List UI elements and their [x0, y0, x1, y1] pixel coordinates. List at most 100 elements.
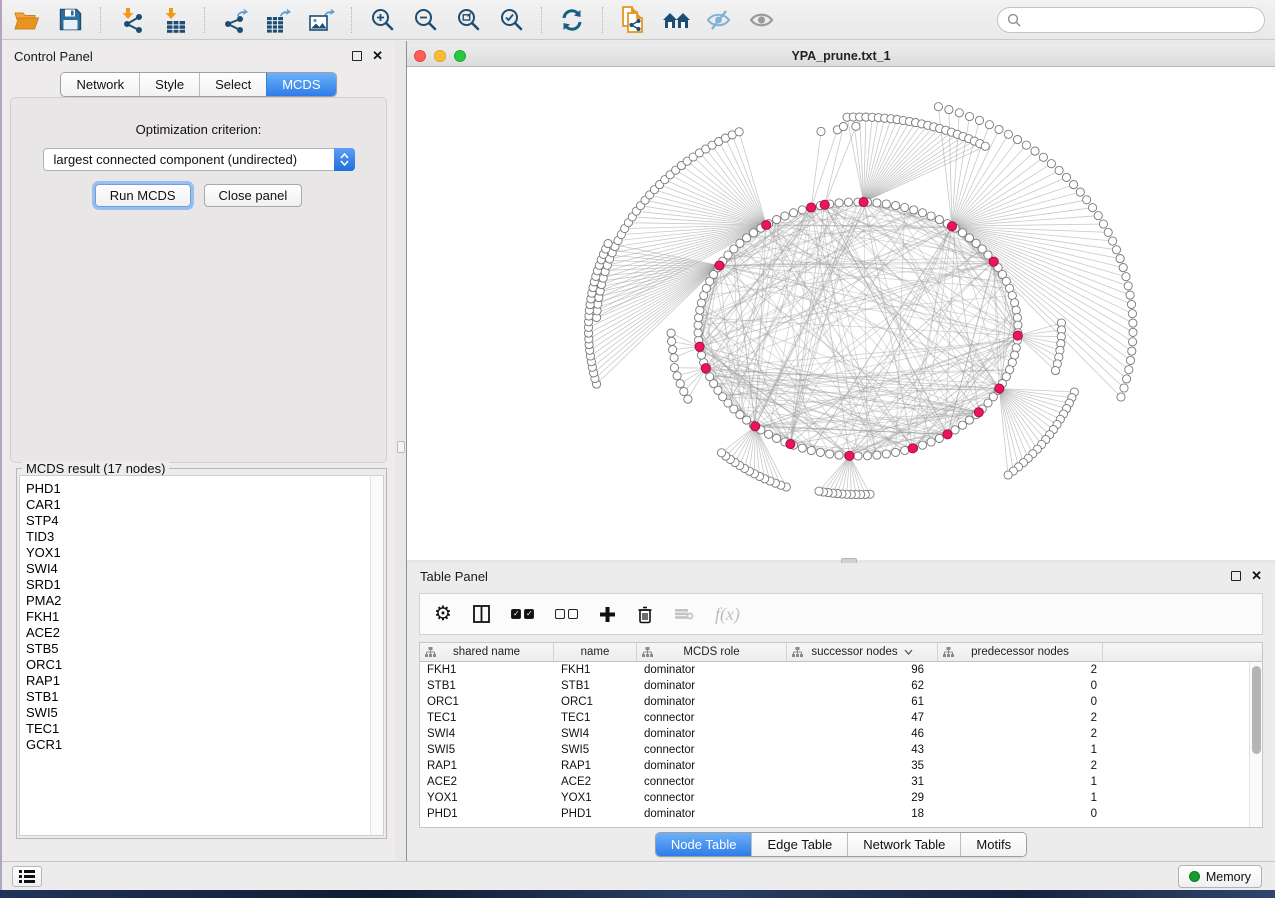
- table-row[interactable]: SWI4SWI4dominator462: [420, 726, 1249, 742]
- graph-node[interactable]: [1126, 291, 1134, 299]
- graph-node[interactable]: [684, 395, 692, 403]
- graph-node[interactable]: [735, 128, 743, 136]
- graph-node[interactable]: [1104, 228, 1112, 236]
- mcds-result-item[interactable]: STB1: [26, 689, 370, 705]
- table-scrollbar[interactable]: [1249, 662, 1262, 827]
- export-image-button[interactable]: [304, 5, 338, 35]
- list-scrollbar[interactable]: [370, 476, 383, 835]
- graph-node[interactable]: [667, 329, 675, 337]
- graph-node[interactable]: [749, 229, 757, 237]
- graph-node[interactable]: [781, 212, 789, 220]
- graph-node[interactable]: [1076, 188, 1084, 196]
- graph-node[interactable]: [717, 449, 725, 457]
- table-scrollbar-thumb[interactable]: [1252, 666, 1261, 754]
- graph-dominator-node[interactable]: [947, 222, 956, 231]
- graph-node[interactable]: [1070, 181, 1078, 189]
- mcds-result-item[interactable]: SWI4: [26, 561, 370, 577]
- graph-node[interactable]: [927, 438, 935, 446]
- column-header-MCDS-role[interactable]: MCDS role: [637, 643, 787, 661]
- table-row[interactable]: RAP1RAP1dominator352: [420, 758, 1249, 774]
- graph-node[interactable]: [918, 209, 926, 217]
- close-panel-icon[interactable]: ✕: [372, 51, 383, 61]
- duplicate-network-button[interactable]: [616, 5, 650, 35]
- mcds-result-item[interactable]: CAR1: [26, 497, 370, 513]
- graph-node[interactable]: [1062, 173, 1070, 181]
- graph-node[interactable]: [807, 446, 815, 454]
- network-canvas[interactable]: [407, 67, 1275, 560]
- graph-node[interactable]: [1055, 166, 1063, 174]
- graph-node[interactable]: [1031, 147, 1039, 155]
- graph-node[interactable]: [1022, 141, 1030, 149]
- mcds-result-item[interactable]: YOX1: [26, 545, 370, 561]
- tab-select[interactable]: Select: [199, 73, 266, 96]
- zoom-in-button[interactable]: [365, 5, 399, 35]
- graph-node[interactable]: [835, 451, 843, 459]
- run-mcds-button[interactable]: Run MCDS: [95, 184, 191, 207]
- graph-node[interactable]: [817, 127, 825, 135]
- graph-node[interactable]: [743, 234, 751, 242]
- graph-node[interactable]: [1013, 314, 1021, 322]
- import-table-button[interactable]: [157, 5, 191, 35]
- zoom-out-button[interactable]: [408, 5, 442, 35]
- graph-node[interactable]: [676, 380, 684, 388]
- graph-node[interactable]: [1089, 204, 1097, 212]
- show-column-button[interactable]: [473, 605, 490, 623]
- graph-node[interactable]: [1128, 347, 1136, 355]
- graph-node[interactable]: [873, 451, 881, 459]
- memory-button[interactable]: Memory: [1178, 865, 1262, 888]
- graph-node[interactable]: [854, 452, 862, 460]
- table-row[interactable]: STB1STB1dominator620: [420, 678, 1249, 694]
- graph-node[interactable]: [901, 203, 909, 211]
- graph-node[interactable]: [1124, 282, 1132, 290]
- graph-node[interactable]: [1123, 375, 1131, 383]
- table-row[interactable]: SWI5SWI5connector431: [420, 742, 1249, 758]
- graph-node[interactable]: [1116, 255, 1124, 263]
- first-neighbors-button[interactable]: [659, 5, 693, 35]
- delete-column-button[interactable]: [637, 605, 653, 624]
- graph-dominator-node[interactable]: [786, 440, 795, 449]
- graph-node[interactable]: [668, 337, 676, 345]
- graph-node[interactable]: [673, 372, 681, 380]
- graph-dominator-node[interactable]: [701, 364, 710, 373]
- graph-node[interactable]: [1129, 328, 1137, 336]
- graph-node[interactable]: [815, 487, 823, 495]
- graph-node[interactable]: [1004, 130, 1012, 138]
- graph-node[interactable]: [1125, 366, 1133, 374]
- graph-node[interactable]: [604, 240, 612, 248]
- graph-node[interactable]: [1051, 367, 1059, 375]
- tab-mcds[interactable]: MCDS: [266, 73, 335, 96]
- save-session-button[interactable]: [53, 5, 87, 35]
- graph-node[interactable]: [892, 448, 900, 456]
- graph-node[interactable]: [1013, 136, 1021, 144]
- graph-node[interactable]: [927, 212, 935, 220]
- graph-node[interactable]: [835, 199, 843, 207]
- graph-node[interactable]: [882, 200, 890, 208]
- graph-node[interactable]: [826, 450, 834, 458]
- graph-node[interactable]: [1094, 212, 1102, 220]
- graph-node[interactable]: [1117, 393, 1125, 401]
- zoom-fit-button[interactable]: [451, 5, 485, 35]
- graph-dominator-node[interactable]: [845, 451, 854, 460]
- graph-node[interactable]: [1004, 471, 1012, 479]
- graph-node[interactable]: [669, 346, 677, 354]
- import-network-button[interactable]: [114, 5, 148, 35]
- graph-node[interactable]: [965, 234, 973, 242]
- mcds-result-item[interactable]: STB5: [26, 641, 370, 657]
- add-column-button[interactable]: [599, 606, 616, 623]
- table-settings-button[interactable]: ⚙: [434, 604, 452, 624]
- tab-network-table[interactable]: Network Table: [847, 833, 960, 856]
- graph-dominator-node[interactable]: [1013, 331, 1022, 340]
- graph-node[interactable]: [1109, 237, 1117, 245]
- graph-dominator-node[interactable]: [695, 342, 704, 351]
- column-header-successor-nodes[interactable]: successor nodes: [787, 643, 938, 661]
- graph-node[interactable]: [918, 441, 926, 449]
- graph-node[interactable]: [1112, 246, 1120, 254]
- graph-node[interactable]: [736, 239, 744, 247]
- graph-node[interactable]: [765, 430, 773, 438]
- graph-node[interactable]: [1127, 300, 1135, 308]
- table-row[interactable]: ACE2ACE2connector311: [420, 774, 1249, 790]
- graph-node[interactable]: [816, 448, 824, 456]
- graph-node[interactable]: [882, 450, 890, 458]
- hide-selected-button[interactable]: [702, 5, 736, 35]
- graph-node[interactable]: [955, 109, 963, 117]
